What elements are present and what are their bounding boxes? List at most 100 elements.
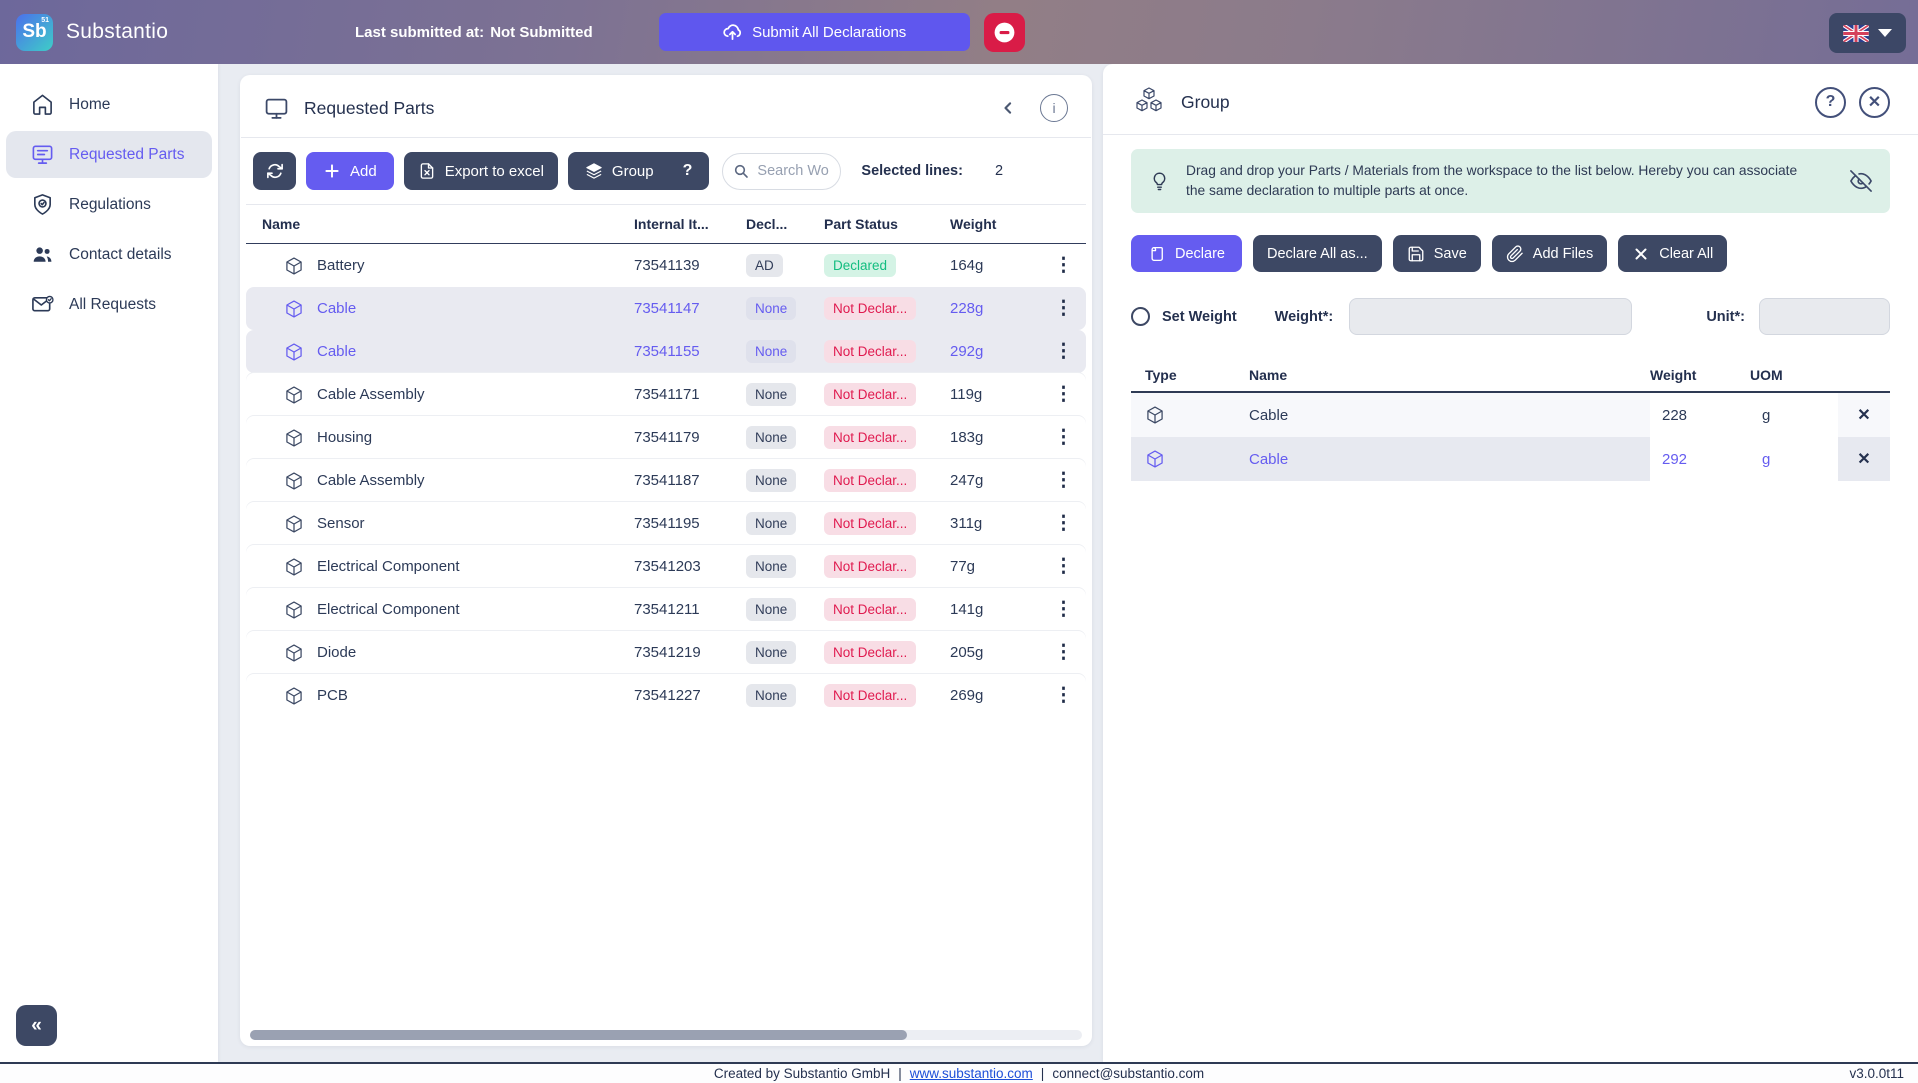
block-submission-button[interactable]: [984, 13, 1025, 52]
sidebar-item-regulations[interactable]: Regulations: [6, 181, 212, 228]
declare-button[interactable]: Declare: [1131, 235, 1242, 272]
row-menu-button[interactable]: ⋮: [1042, 648, 1086, 658]
part-status-badge: Declared: [824, 254, 896, 277]
table-row[interactable]: PCB73541227NoneNot Declar...269g⋮: [246, 674, 1086, 717]
row-menu-button[interactable]: ⋮: [1042, 304, 1086, 314]
panel-close-button[interactable]: ✕: [1859, 87, 1890, 118]
scrollbar-thumb[interactable]: [250, 1030, 907, 1040]
row-menu-button[interactable]: ⋮: [1042, 261, 1086, 271]
export-to-excel-button[interactable]: Export to excel: [404, 152, 558, 190]
table-row[interactable]: Cable Assembly73541187NoneNot Declar...2…: [246, 459, 1086, 502]
sidebar-item-home[interactable]: Home: [6, 81, 212, 128]
language-selector[interactable]: [1829, 13, 1906, 53]
part-name: Housing: [317, 429, 372, 446]
part-status-cell: Declared: [824, 254, 950, 277]
weight-cell: 205g: [950, 644, 1042, 661]
submit-all-declarations-button[interactable]: Submit All Declarations: [659, 13, 970, 51]
cube-icon: [284, 342, 304, 362]
uom-editable-cell[interactable]: g: [1750, 393, 1838, 437]
declare-all-as-button[interactable]: Declare All as...: [1253, 235, 1382, 272]
weight-input[interactable]: [1349, 298, 1632, 335]
part-name: Cable Assembly: [317, 386, 425, 403]
row-menu-button[interactable]: ⋮: [1042, 605, 1086, 615]
add-button[interactable]: Add: [306, 152, 394, 190]
table-row[interactable]: Battery73541139ADDeclared164g⋮: [246, 244, 1086, 287]
group-help-icon[interactable]: ?: [683, 162, 693, 180]
divider: [1103, 134, 1918, 135]
footer-website-link[interactable]: www.substantio.com: [910, 1066, 1033, 1081]
part-name-cell: Housing: [246, 428, 634, 448]
row-menu-button[interactable]: ⋮: [1042, 562, 1086, 572]
uom-editable-cell[interactable]: g: [1750, 437, 1838, 481]
row-menu-button[interactable]: ⋮: [1042, 433, 1086, 443]
part-name: Cable Assembly: [317, 472, 425, 489]
table-row[interactable]: Housing73541179NoneNot Declar...183g⋮: [246, 416, 1086, 459]
weight-cell: 164g: [950, 257, 1042, 274]
save-icon: [1407, 245, 1425, 263]
table-row[interactable]: Electrical Component73541211NoneNot Decl…: [246, 588, 1086, 631]
declaration-cell: None: [746, 512, 824, 535]
group-table-row[interactable]: Cable292g✕: [1131, 437, 1890, 481]
parts-table-header: Name Internal It... Decl... Part Status …: [246, 204, 1086, 244]
logo-superscript: 51: [41, 17, 49, 24]
footer: Created by Substantio GmbH | www.substan…: [0, 1062, 1918, 1083]
add-files-button[interactable]: Add Files: [1492, 235, 1607, 272]
row-menu-button[interactable]: ⋮: [1042, 347, 1086, 357]
part-name: Battery: [317, 257, 365, 274]
row-menu-button[interactable]: ⋮: [1042, 691, 1086, 701]
group-button[interactable]: Group ?: [568, 152, 709, 190]
part-status-badge: Not Declar...: [824, 555, 916, 578]
info-icon[interactable]: i: [1040, 94, 1068, 122]
eye-off-icon[interactable]: [1850, 170, 1872, 192]
internal-item-cell: 73541147: [634, 300, 746, 317]
clear-all-button[interactable]: Clear All: [1618, 235, 1727, 272]
table-row[interactable]: Electrical Component73541203NoneNot Decl…: [246, 545, 1086, 588]
chevron-left-icon[interactable]: [998, 98, 1018, 118]
info-banner-text: Drag and drop your Parts / Materials fro…: [1186, 161, 1816, 201]
selected-lines-label: Selected lines:: [861, 163, 963, 179]
table-row[interactable]: Cable73541147NoneNot Declar...228g⋮: [246, 287, 1086, 330]
declaration-badge: None: [746, 512, 796, 535]
group-table-row[interactable]: Cable228g✕: [1131, 393, 1890, 437]
table-row[interactable]: Cable Assembly73541171NoneNot Declar...1…: [246, 373, 1086, 416]
internal-item-cell: 73541155: [634, 343, 746, 360]
unit-input[interactable]: [1759, 298, 1890, 335]
part-status-badge: Not Declar...: [824, 512, 916, 535]
part-name: Cable: [317, 300, 356, 317]
sidebar-item-label: All Requests: [69, 296, 156, 314]
declaration-cell: None: [746, 598, 824, 621]
sidebar-item-requested-parts[interactable]: Requested Parts: [6, 131, 212, 178]
row-menu-button[interactable]: ⋮: [1042, 519, 1086, 529]
part-status-badge: Not Declar...: [824, 641, 916, 664]
refresh-button[interactable]: [253, 152, 296, 190]
sidebar-collapse-button[interactable]: «: [16, 1005, 57, 1046]
panel-help-button[interactable]: ?: [1815, 87, 1846, 118]
row-menu-button[interactable]: ⋮: [1042, 390, 1086, 400]
sidebar-item-all-requests[interactable]: All Requests: [6, 281, 212, 328]
declaration-badge: AD: [746, 254, 783, 277]
part-status-cell: Not Declar...: [824, 598, 950, 621]
group-panel: Group ? ✕ Drag and drop your Parts / Mat…: [1103, 64, 1918, 1062]
part-name: Sensor: [317, 515, 365, 532]
chevron-down-icon: [1878, 29, 1892, 37]
table-row[interactable]: Sensor73541195NoneNot Declar...311g⋮: [246, 502, 1086, 545]
save-button[interactable]: Save: [1393, 235, 1481, 272]
table-row[interactable]: Cable73541155NoneNot Declar...292g⋮: [246, 330, 1086, 373]
set-weight-radio[interactable]: [1131, 307, 1150, 326]
topbar-center: Last submitted at:Not Submitted Submit A…: [355, 0, 1025, 64]
weight-editable-cell[interactable]: 228: [1650, 393, 1750, 437]
remove-row-button[interactable]: ✕: [1838, 405, 1890, 425]
table-row[interactable]: Diode73541219NoneNot Declar...205g⋮: [246, 631, 1086, 674]
row-menu-button[interactable]: ⋮: [1042, 476, 1086, 486]
sidebar-item-contact-details[interactable]: Contact details: [6, 231, 212, 278]
horizontal-scrollbar[interactable]: [250, 1030, 1082, 1040]
logo-text: Sb: [22, 21, 46, 43]
part-status-cell: Not Declar...: [824, 426, 950, 449]
weight-cell: 119g: [950, 386, 1042, 403]
remove-row-button[interactable]: ✕: [1838, 449, 1890, 469]
declaration-badge: None: [746, 469, 796, 492]
weight-editable-cell[interactable]: 292: [1650, 437, 1750, 481]
part-status-badge: Not Declar...: [824, 297, 916, 320]
part-status-badge: Not Declar...: [824, 426, 916, 449]
part-name-cell: Battery: [246, 256, 634, 276]
